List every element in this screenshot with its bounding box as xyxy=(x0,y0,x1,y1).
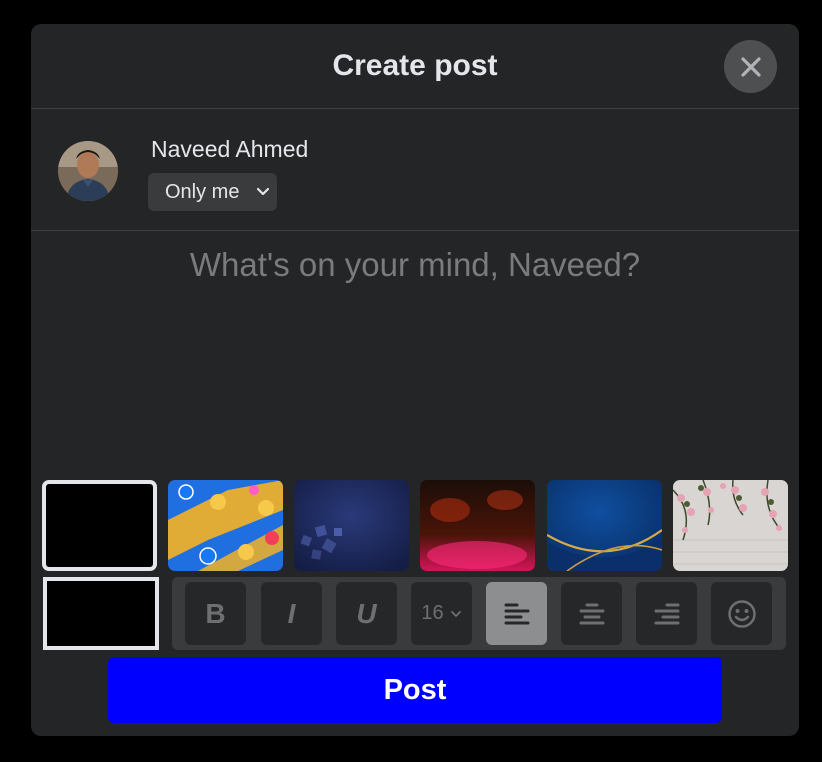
bg-swatch-red-pink-smoke[interactable] xyxy=(420,480,535,571)
italic-label: I xyxy=(287,597,296,629)
bold-label: B xyxy=(205,597,226,629)
emoji-icon xyxy=(727,599,756,628)
chevron-down-icon xyxy=(450,610,461,617)
avatar[interactable] xyxy=(58,141,118,201)
italic-button[interactable]: I xyxy=(261,582,322,645)
create-post-modal: Create post Naveed Ahmed Only me What's … xyxy=(31,24,799,736)
modal-header: Create post xyxy=(31,24,799,109)
privacy-selector[interactable]: Only me xyxy=(148,173,277,211)
user-name: Naveed Ahmed xyxy=(151,136,309,162)
align-center-button[interactable] xyxy=(561,582,622,645)
chevron-down-icon xyxy=(256,187,270,196)
close-icon xyxy=(740,56,761,77)
emoji-button[interactable] xyxy=(711,582,772,645)
author-row: Naveed Ahmed Only me xyxy=(31,109,799,231)
post-text-input[interactable] xyxy=(71,240,759,486)
post-button[interactable]: Post xyxy=(108,657,722,723)
underline-label: U xyxy=(356,597,377,629)
background-preview xyxy=(43,577,159,650)
align-right-icon xyxy=(654,603,679,624)
align-left-icon xyxy=(504,603,529,624)
close-button[interactable] xyxy=(724,40,777,93)
bg-swatch-pink-flowers-wall[interactable] xyxy=(673,480,788,571)
underline-button[interactable]: U xyxy=(336,582,397,645)
bold-button[interactable]: B xyxy=(185,582,246,645)
align-right-button[interactable] xyxy=(636,582,697,645)
bg-swatch-dark-blue-cubes[interactable] xyxy=(294,480,409,571)
bg-swatch-plain-black[interactable] xyxy=(42,480,157,571)
bg-swatch-navy-gold-curve[interactable] xyxy=(547,480,662,571)
modal-title: Create post xyxy=(332,49,498,82)
align-center-icon xyxy=(579,603,604,624)
bg-swatch-emoji-reactions[interactable] xyxy=(168,480,283,571)
font-size-select[interactable]: 16 xyxy=(411,582,472,645)
privacy-label: Only me xyxy=(165,181,240,203)
text-format-toolbar: B I U 16 xyxy=(172,577,786,650)
align-left-button[interactable] xyxy=(486,582,547,645)
font-size-value: 16 xyxy=(421,602,444,624)
